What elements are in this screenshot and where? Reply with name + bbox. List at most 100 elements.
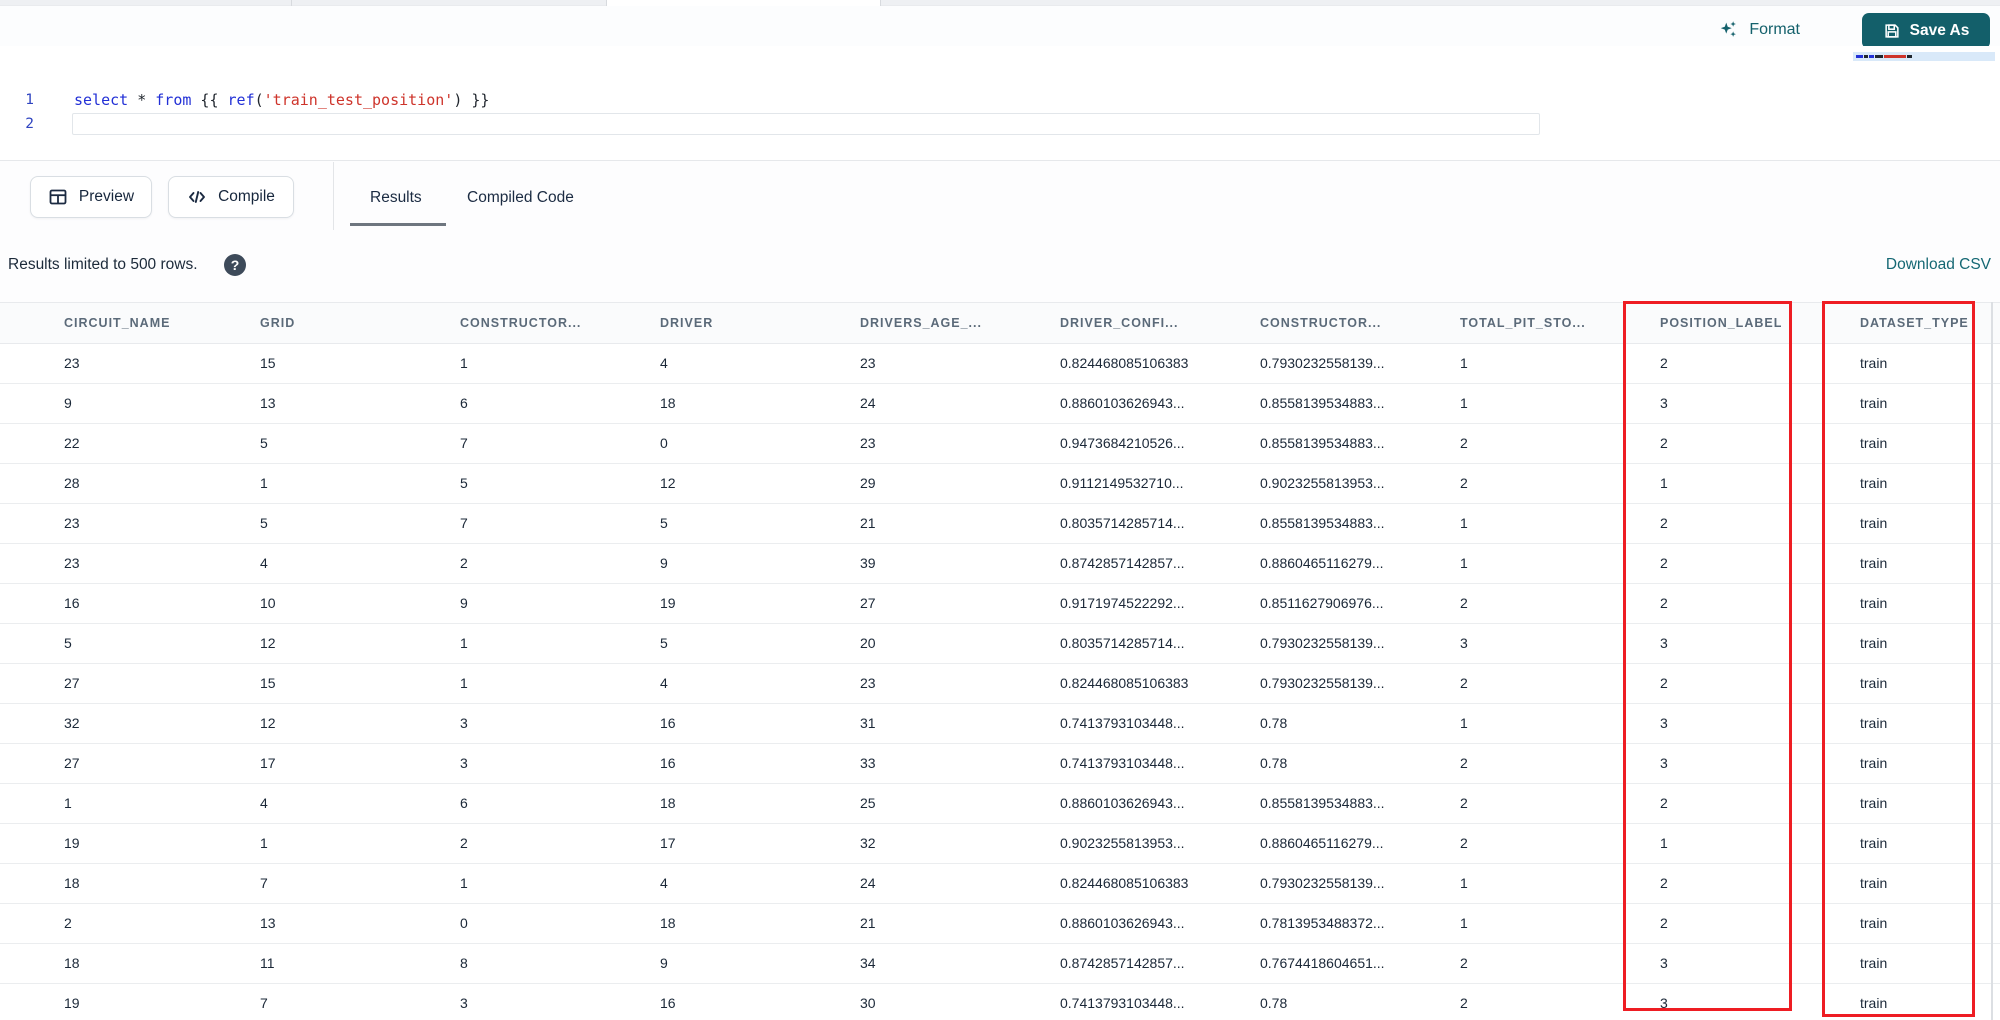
table-cell: 0.8860465116279... [1200,823,1400,864]
table-cell: 17 [200,743,400,784]
editor-current-line[interactable] [72,113,1540,135]
table-row: 19 1 2 17 32 0.9023255813953... 0.886046511627… [0,823,2000,864]
table-cell: 33 [800,743,1000,784]
table-cell: 9 [600,543,800,584]
tab-compiled-code[interactable]: Compiled Code [467,185,574,211]
table-cell: 16 [600,743,800,784]
table-cell: 3 [1600,383,1800,424]
table-cell: 9 [400,583,600,624]
table-cell: 0.78 [1200,983,1400,1020]
table-cell: 0.7930232558139... [1200,343,1400,384]
table-cell: 0.8860103626943... [1000,383,1200,424]
table-row: 9 13 6 18 24 0.8860103626943... 0.855813953488… [0,383,2000,424]
code-token-keyword: from [155,91,192,109]
column-header: CIRCUIT_NAME [0,303,200,344]
tab-results[interactable]: Results [370,185,422,211]
tab-compiled-code-label: Compiled Code [467,189,574,206]
table-cell: 0.7413793103448... [1000,703,1200,744]
table-cell: 1 [400,863,600,904]
table-cell: 5 [200,503,400,544]
table-cell: 18 [600,903,800,944]
compile-button[interactable]: Compile [168,176,294,218]
table-cell: 10 [200,583,400,624]
table-cell: 3 [400,703,600,744]
help-icon[interactable]: ? [224,254,246,276]
minimap-code-preview [1856,55,1912,58]
code-token-function: ref [227,91,255,109]
save-icon [1883,22,1901,40]
table-cell: 0.9112149532710... [1000,463,1200,504]
column-header: DRIVER_CONFI... [1000,303,1200,344]
table-cell: train [1800,623,2000,664]
table-cell: 1 [1400,343,1600,384]
download-csv-link[interactable]: Download CSV [1886,256,1991,274]
table-cell: 8 [400,943,600,984]
table-cell: 2 [1600,663,1800,704]
table-row: 23 15 1 4 23 0.824468085106383 0.7930232558139… [0,343,2000,384]
table-cell: 2 [1600,783,1800,824]
table-cell: 2 [1400,743,1600,784]
table-cell: 12 [200,703,400,744]
column-header: DRIVER [600,303,800,344]
preview-button-label: Preview [78,188,135,205]
table-cell: 0.8742857142857... [1000,543,1200,584]
format-button[interactable]: Format [1718,14,1800,46]
table-cell: 7 [400,503,600,544]
table-cell: 20 [800,623,1000,664]
table-cell: train [1800,863,2000,904]
table-cell: 34 [800,943,1000,984]
editor-toolbar: Format Save As [0,6,2000,49]
preview-button[interactable]: Preview [30,176,152,218]
table-cell: train [1800,823,2000,864]
code-line-1[interactable]: select * from {{ ref('train_test_positio… [74,88,489,112]
table-cell: 4 [600,343,800,384]
table-cell: 3 [1600,943,1800,984]
save-as-button[interactable]: Save As [1862,13,1990,49]
table-cell: 0.8860103626943... [1000,903,1200,944]
results-limit-text: Results limited to 500 rows. [8,256,198,273]
table-right-border [1991,302,1993,1020]
table-cell: train [1800,543,2000,584]
editor-minimap[interactable] [1853,48,1995,82]
table-cell: 4 [600,863,800,904]
table-cell: 1 [1400,903,1600,944]
table-cell: 2 [1400,463,1600,504]
table-cell: 0.8860465116279... [1200,543,1400,584]
table-cell: 2 [1600,343,1800,384]
table-cell: 2 [1400,423,1600,464]
table-cell: 32 [800,823,1000,864]
line-number: 2 [25,116,34,132]
table-cell: 1 [1400,503,1600,544]
table-cell: 13 [200,383,400,424]
table-cell: 1 [0,783,200,824]
table-icon [48,187,68,207]
table-cell: 5 [0,623,200,664]
table-cell: 0.8558139534883... [1200,503,1400,544]
table-row: 32 12 3 16 31 0.7413793103448... 0.78 1 3 train [0,703,2000,744]
table-cell: 27 [800,583,1000,624]
save-as-button-label: Save As [1909,22,1970,39]
table-row: 23 4 2 9 39 0.8742857142857... 0.8860465116279… [0,543,2000,584]
sql-editor[interactable]: 1 2 select * from {{ ref('train_test_pos… [0,46,2000,160]
table-cell: 1 [400,663,600,704]
code-token-plain: }} [462,91,490,109]
table-cell: train [1800,503,2000,544]
table-cell: train [1800,383,2000,424]
table-cell: 12 [600,463,800,504]
table-cell: 24 [800,383,1000,424]
table-cell: 0.824468085106383 [1000,663,1200,704]
table-row: 27 15 1 4 23 0.824468085106383 0.7930232558139… [0,663,2000,704]
table-cell: train [1800,743,2000,784]
table-cell: 2 [1400,823,1600,864]
table-cell: 0.8860103626943... [1000,783,1200,824]
table-cell: 0.9023255813953... [1200,463,1400,504]
table-cell: 23 [800,423,1000,464]
table-cell: 19 [0,983,200,1020]
table-row: 23 5 7 5 21 0.8035714285714... 0.8558139534883… [0,503,2000,544]
table-cell: 27 [0,743,200,784]
table-cell: 15 [200,343,400,384]
table-cell: 0.8511627906976... [1200,583,1400,624]
vertical-divider [333,162,334,230]
table-cell: 6 [400,383,600,424]
table-cell: 0.7813953488372... [1200,903,1400,944]
